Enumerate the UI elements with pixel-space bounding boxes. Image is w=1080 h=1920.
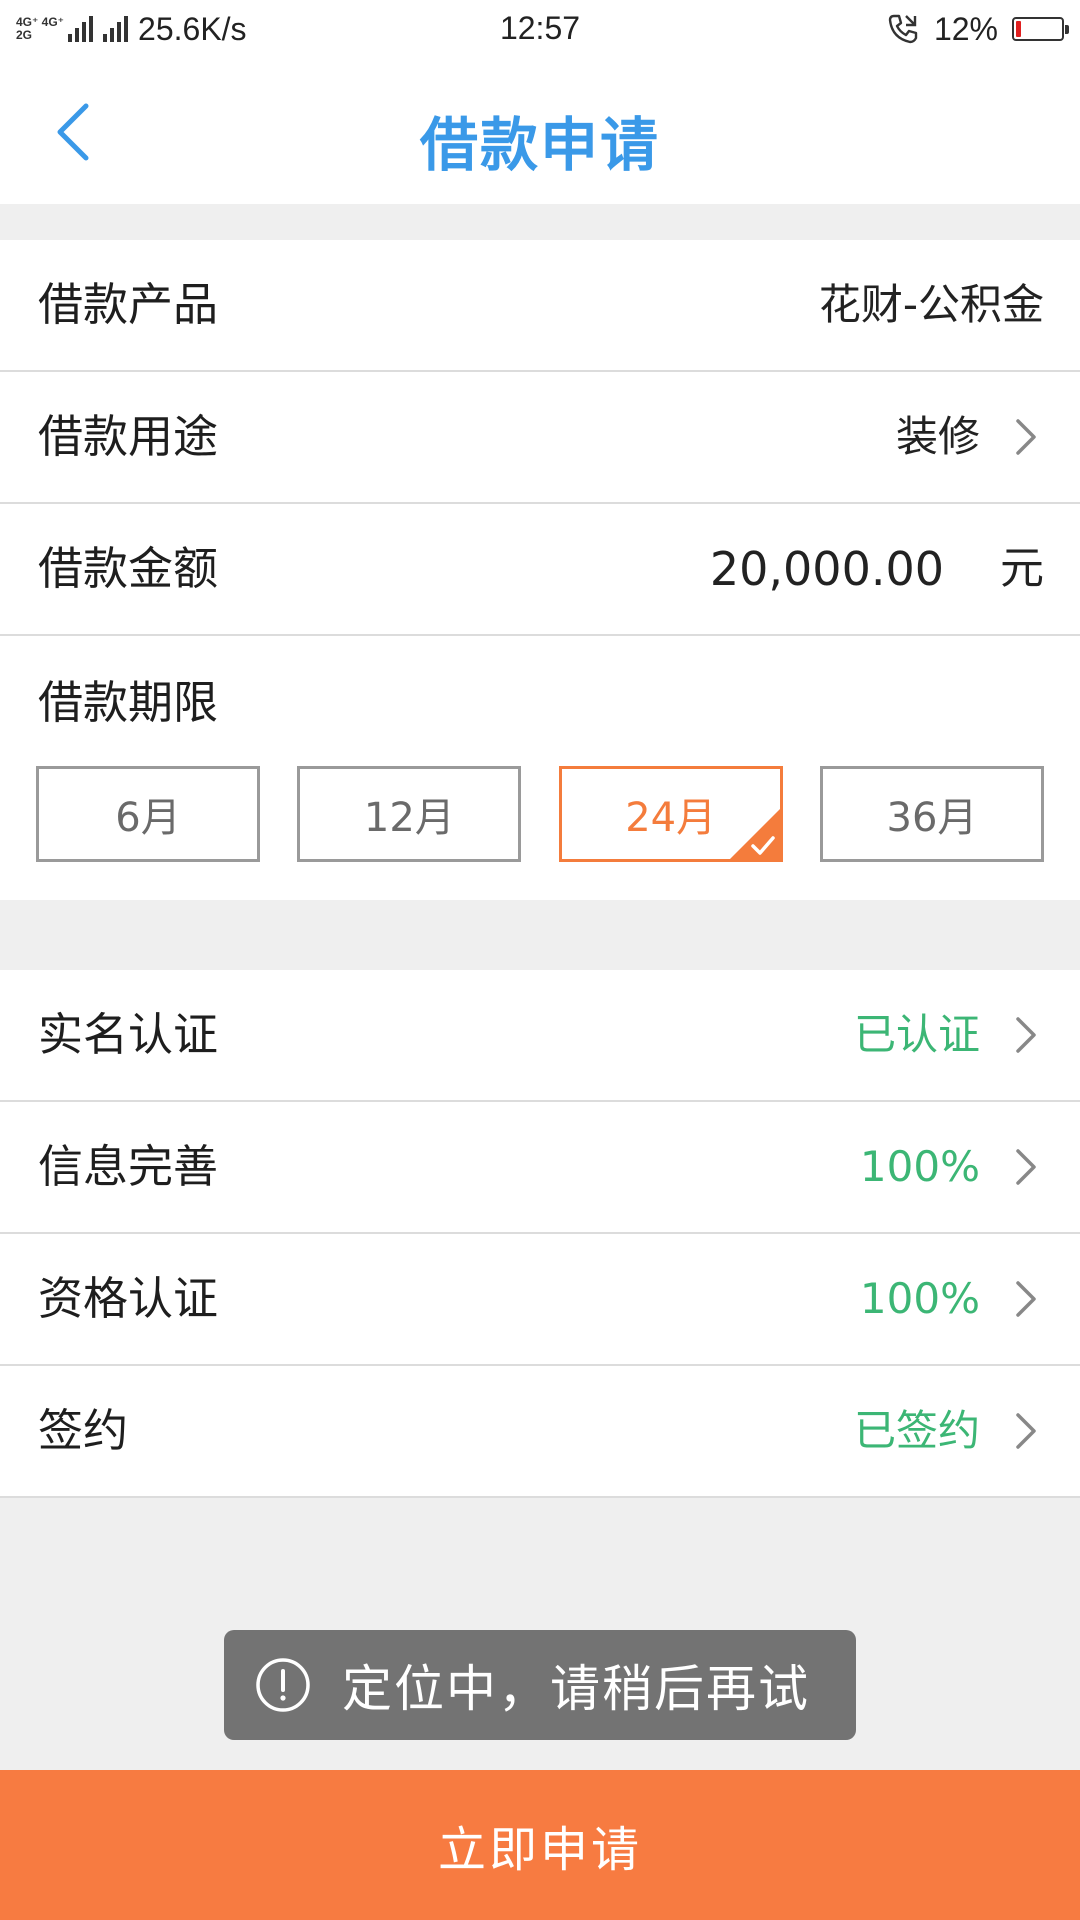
chevron-right-icon (1016, 419, 1036, 455)
status-bar: 4G⁺ 4G⁺ 2G 25.6K/s 12:57 12% (0, 0, 1080, 58)
verification-status: 已签约 (853, 1406, 980, 1455)
term-option-label: 24月 (625, 795, 717, 841)
call-forward-icon (888, 14, 918, 44)
page-title: 借款申请 (419, 111, 660, 179)
loan-purpose-row[interactable]: 借款用途 装修 (0, 372, 1080, 504)
verification-section: 实名认证 已认证 信息完善 100% 资格认证 100% 签约 已签约 (0, 970, 1080, 1498)
toast-message: 定位中，请稍后再试 (224, 1630, 856, 1740)
verification-label: 实名认证 (38, 1008, 219, 1061)
battery-icon (1012, 17, 1069, 41)
toast-text: 定位中，请稍后再试 (342, 1660, 810, 1718)
verification-row-qualification[interactable]: 资格认证 100% (0, 1234, 1080, 1366)
term-option[interactable]: 12月 (297, 766, 522, 862)
verification-row-realname[interactable]: 实名认证 已认证 (0, 970, 1080, 1102)
loan-amount-row: 借款金额 20,000.00 元 (0, 504, 1080, 636)
battery-level (1016, 21, 1021, 37)
loan-amount-value[interactable]: 20,000.00 (710, 504, 944, 634)
loan-product-label: 借款产品 (38, 278, 219, 331)
verification-status: 100% (859, 1142, 980, 1191)
apply-now-button[interactable]: 立即申请 (0, 1770, 1080, 1920)
loan-term-label: 借款期限 (38, 676, 219, 729)
loan-term-options: 6月 12月 24月 36月 (36, 766, 1044, 862)
loan-info-section: 借款产品 花财-公积金 借款用途 装修 借款金额 20,000.00 元 借款期… (0, 240, 1080, 900)
verification-status: 100% (859, 1274, 980, 1323)
verification-label: 信息完善 (38, 1140, 219, 1193)
verification-row-info[interactable]: 信息完善 100% (0, 1102, 1080, 1234)
term-option-label: 12月 (363, 795, 455, 841)
verification-status: 已认证 (853, 1010, 980, 1059)
chevron-right-icon (1016, 1281, 1036, 1317)
verification-label: 签约 (38, 1404, 129, 1457)
loan-purpose-value: 装修 (895, 412, 980, 461)
battery-percent: 12% (933, 10, 998, 47)
apply-now-label: 立即申请 (437, 1822, 642, 1878)
loan-product-value: 花财-公积金 (818, 280, 1044, 329)
term-option-label: 36月 (886, 795, 978, 841)
chevron-right-icon (1016, 1149, 1036, 1185)
verification-label: 资格认证 (38, 1272, 219, 1325)
exclamation-circle-icon (256, 1658, 310, 1712)
status-right: 12% (886, 8, 1069, 50)
chevron-right-icon (1016, 1017, 1036, 1053)
loan-purpose-label: 借款用途 (38, 410, 219, 463)
term-option[interactable]: 36月 (819, 766, 1044, 862)
term-option-label: 6月 (115, 795, 181, 841)
term-option[interactable]: 6月 (36, 766, 260, 862)
loan-product-row: 借款产品 花财-公积金 (0, 240, 1080, 372)
loan-term-block: 借款期限 6月 12月 24月 36月 (0, 636, 1080, 900)
checkmark-icon (750, 836, 775, 855)
term-option-selected[interactable]: 24月 (558, 766, 783, 862)
chevron-right-icon (1016, 1413, 1036, 1449)
loan-amount-label: 借款金额 (38, 542, 219, 595)
loan-amount-unit: 元 (1000, 543, 1044, 594)
header: 借款申请 (0, 58, 1080, 204)
verification-row-contract[interactable]: 签约 已签约 (0, 1366, 1080, 1498)
